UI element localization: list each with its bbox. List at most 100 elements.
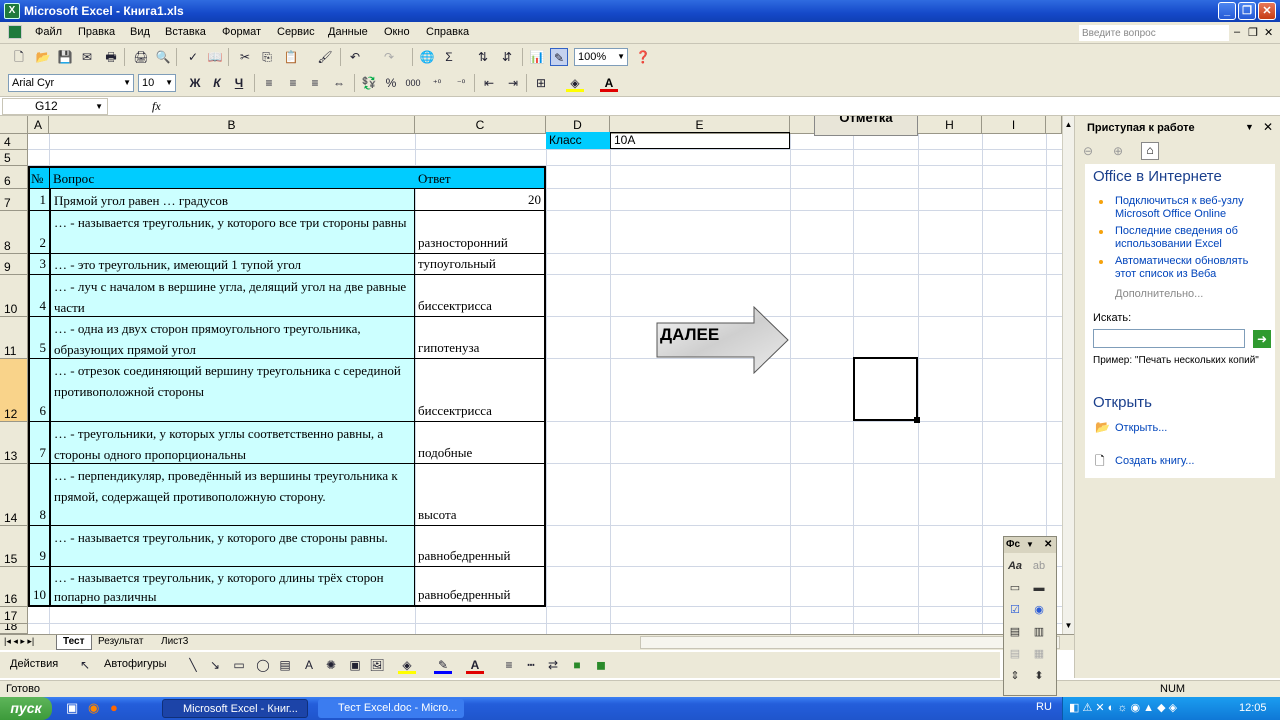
table-row-question[interactable]: … - перпендикуляр, проведённый из вершин… [49, 464, 415, 526]
rectangle-icon[interactable]: ▭ [230, 656, 248, 674]
copy-icon[interactable]: ⎘ [258, 48, 276, 66]
comma-style-icon[interactable]: 000 [404, 74, 422, 92]
task-pane-close-icon[interactable]: ✕ [1263, 120, 1273, 134]
fill-color-icon[interactable]: ◈ [566, 74, 584, 92]
list-box-icon[interactable]: ▤ [1006, 623, 1024, 641]
class-label-cell[interactable]: Класс [546, 132, 610, 149]
row-header[interactable]: 7 [0, 189, 28, 211]
chart-wizard-icon[interactable]: 📊 [528, 48, 546, 66]
label-icon[interactable]: Aa [1006, 557, 1024, 575]
row-header[interactable]: 17 [0, 607, 28, 624]
menu-format[interactable]: Формат [222, 26, 261, 38]
row-header[interactable]: 5 [0, 150, 28, 166]
class-value-cell[interactable]: 10А [610, 132, 790, 149]
table-row-answer[interactable]: равнобедренный [415, 526, 546, 567]
row-header[interactable]: 12 [0, 359, 28, 422]
home-icon[interactable]: ⌂ [1141, 142, 1159, 160]
row-header[interactable]: 15 [0, 526, 28, 567]
line-style-icon[interactable]: ≡ [500, 656, 518, 674]
table-row-answer[interactable]: биссектрисса [415, 275, 546, 317]
paste-icon[interactable]: 📋 [282, 48, 300, 66]
print-preview-icon[interactable]: 🖶 [102, 48, 120, 66]
table-row-num[interactable]: 3 [28, 254, 49, 275]
open-icon[interactable]: 📂 [34, 48, 52, 66]
autosum-icon[interactable]: Σ [440, 48, 458, 66]
fx-icon[interactable]: fx [152, 99, 161, 114]
form-button-icon[interactable]: ▬ [1030, 579, 1048, 597]
table-row-num[interactable]: 1 [28, 189, 49, 211]
align-right-icon[interactable]: ≡ [306, 74, 324, 92]
table-row-answer[interactable]: 20 [415, 189, 546, 211]
combo-list-icon[interactable]: ▤ [1006, 645, 1024, 663]
picture-icon[interactable]: 🖼 [368, 656, 386, 674]
line-icon[interactable]: ╲ [184, 656, 202, 674]
quicklaunch-firefox-icon[interactable]: ● [110, 700, 118, 715]
start-button[interactable]: пуск [0, 697, 52, 720]
checkbox-icon[interactable]: ☑ [1006, 601, 1024, 619]
drawing-icon[interactable]: ✎ [550, 48, 568, 66]
quicklaunch-opera-icon[interactable]: ◉ [88, 700, 99, 716]
cut-icon[interactable]: ✂ [236, 48, 254, 66]
italic-button[interactable]: К [208, 74, 226, 92]
link-create-workbook[interactable]: Создать книгу... [1115, 455, 1265, 468]
bold-button[interactable]: Ж [186, 74, 204, 92]
sort-asc-icon[interactable]: ⇅ [474, 48, 492, 66]
oval-icon[interactable]: ◯ [254, 656, 272, 674]
select-objects-icon[interactable]: ↖ [76, 656, 94, 674]
preview-icon[interactable]: 🔍 [154, 48, 172, 66]
table-row-question[interactable]: … - называется треугольник, у которого д… [49, 567, 415, 607]
decrease-indent-icon[interactable]: ⇤ [480, 74, 498, 92]
link-latest-news[interactable]: Последние сведения об использовании Exce… [1115, 225, 1265, 251]
row-header[interactable]: 10 [0, 275, 28, 317]
hyperlink-icon[interactable]: 🌐 [418, 48, 436, 66]
language-indicator[interactable]: RU [1036, 701, 1052, 713]
option-button-icon[interactable]: ◉ [1030, 601, 1048, 619]
table-row-num[interactable]: 7 [28, 422, 49, 464]
increase-indent-icon[interactable]: ⇥ [504, 74, 522, 92]
tray-icons[interactable]: ◧ ⚠ ✕ ◐ ☼ ◉ ▲ ◆ ◈ [1069, 697, 1177, 720]
table-row-question[interactable]: … - луч с началом в вершине угла, делящи… [49, 275, 415, 317]
tab-result[interactable]: Результат [92, 635, 149, 650]
doc-minimize-button[interactable]: – [1234, 26, 1240, 38]
draw-actions-menu[interactable]: Действия [10, 658, 58, 670]
save-icon[interactable]: 💾 [56, 48, 74, 66]
combo-box-icon[interactable]: ▥ [1030, 623, 1048, 641]
scroll-down-icon[interactable]: ▼ [1063, 621, 1074, 633]
back-icon[interactable]: ⊖ [1083, 144, 1103, 160]
table-row-answer[interactable]: биссектрисса [415, 359, 546, 422]
row-header[interactable]: 8 [0, 211, 28, 254]
table-row-question[interactable]: … - отрезок соединяющий вершину треуголь… [49, 359, 415, 422]
row-header[interactable]: 14 [0, 464, 28, 526]
table-row-answer[interactable]: высота [415, 464, 546, 526]
clipart-icon[interactable]: ▣ [346, 656, 364, 674]
draw-fill-color-icon[interactable]: ◈ [398, 656, 416, 674]
column-header-partial[interactable] [1046, 116, 1062, 134]
quicklaunch-desktop-icon[interactable]: ▣ [66, 700, 78, 716]
dash-style-icon[interactable]: ┅ [522, 656, 540, 674]
column-header-b[interactable]: B [49, 116, 415, 134]
selected-cell-g12[interactable] [853, 357, 920, 423]
link-open[interactable]: Открыть... [1115, 422, 1265, 435]
permission-icon[interactable]: ✉ [78, 48, 96, 66]
percent-icon[interactable]: % [382, 74, 400, 92]
menu-help[interactable]: Справка [426, 26, 469, 38]
table-header-answer[interactable]: Ответ [415, 166, 546, 189]
menu-window[interactable]: Окно [384, 26, 410, 38]
link-auto-update[interactable]: Автоматически обновлять этот список из В… [1115, 255, 1265, 281]
question-input[interactable]: Введите вопрос [1078, 24, 1230, 42]
table-row-question[interactable]: … - это треугольник, имеющий 1 тупой уго… [49, 254, 415, 275]
select-all-corner[interactable] [0, 116, 28, 134]
table-row-num[interactable]: 9 [28, 526, 49, 567]
table-header-num[interactable]: № [28, 166, 49, 189]
research-icon[interactable]: 📖 [206, 48, 224, 66]
clock[interactable]: 12:05 [1239, 697, 1267, 720]
menu-file[interactable]: Файл [35, 26, 62, 38]
worksheet-grid[interactable]: A B C D E F G H I 4 5 6 7 8 9 10 11 12 1… [0, 116, 1062, 634]
table-row-num[interactable]: 10 [28, 567, 49, 607]
forward-icon[interactable]: ⊕ [1113, 144, 1133, 160]
table-row-question[interactable]: … - одна из двух сторон прямоугольного т… [49, 317, 415, 359]
link-office-online[interactable]: Подключиться к веб-узлу Microsoft Office… [1115, 195, 1265, 221]
table-row-question[interactable]: … - называется треугольник, у которого д… [49, 526, 415, 567]
font-color-icon[interactable]: A [600, 74, 618, 92]
spelling-icon[interactable]: ✓ [184, 48, 202, 66]
